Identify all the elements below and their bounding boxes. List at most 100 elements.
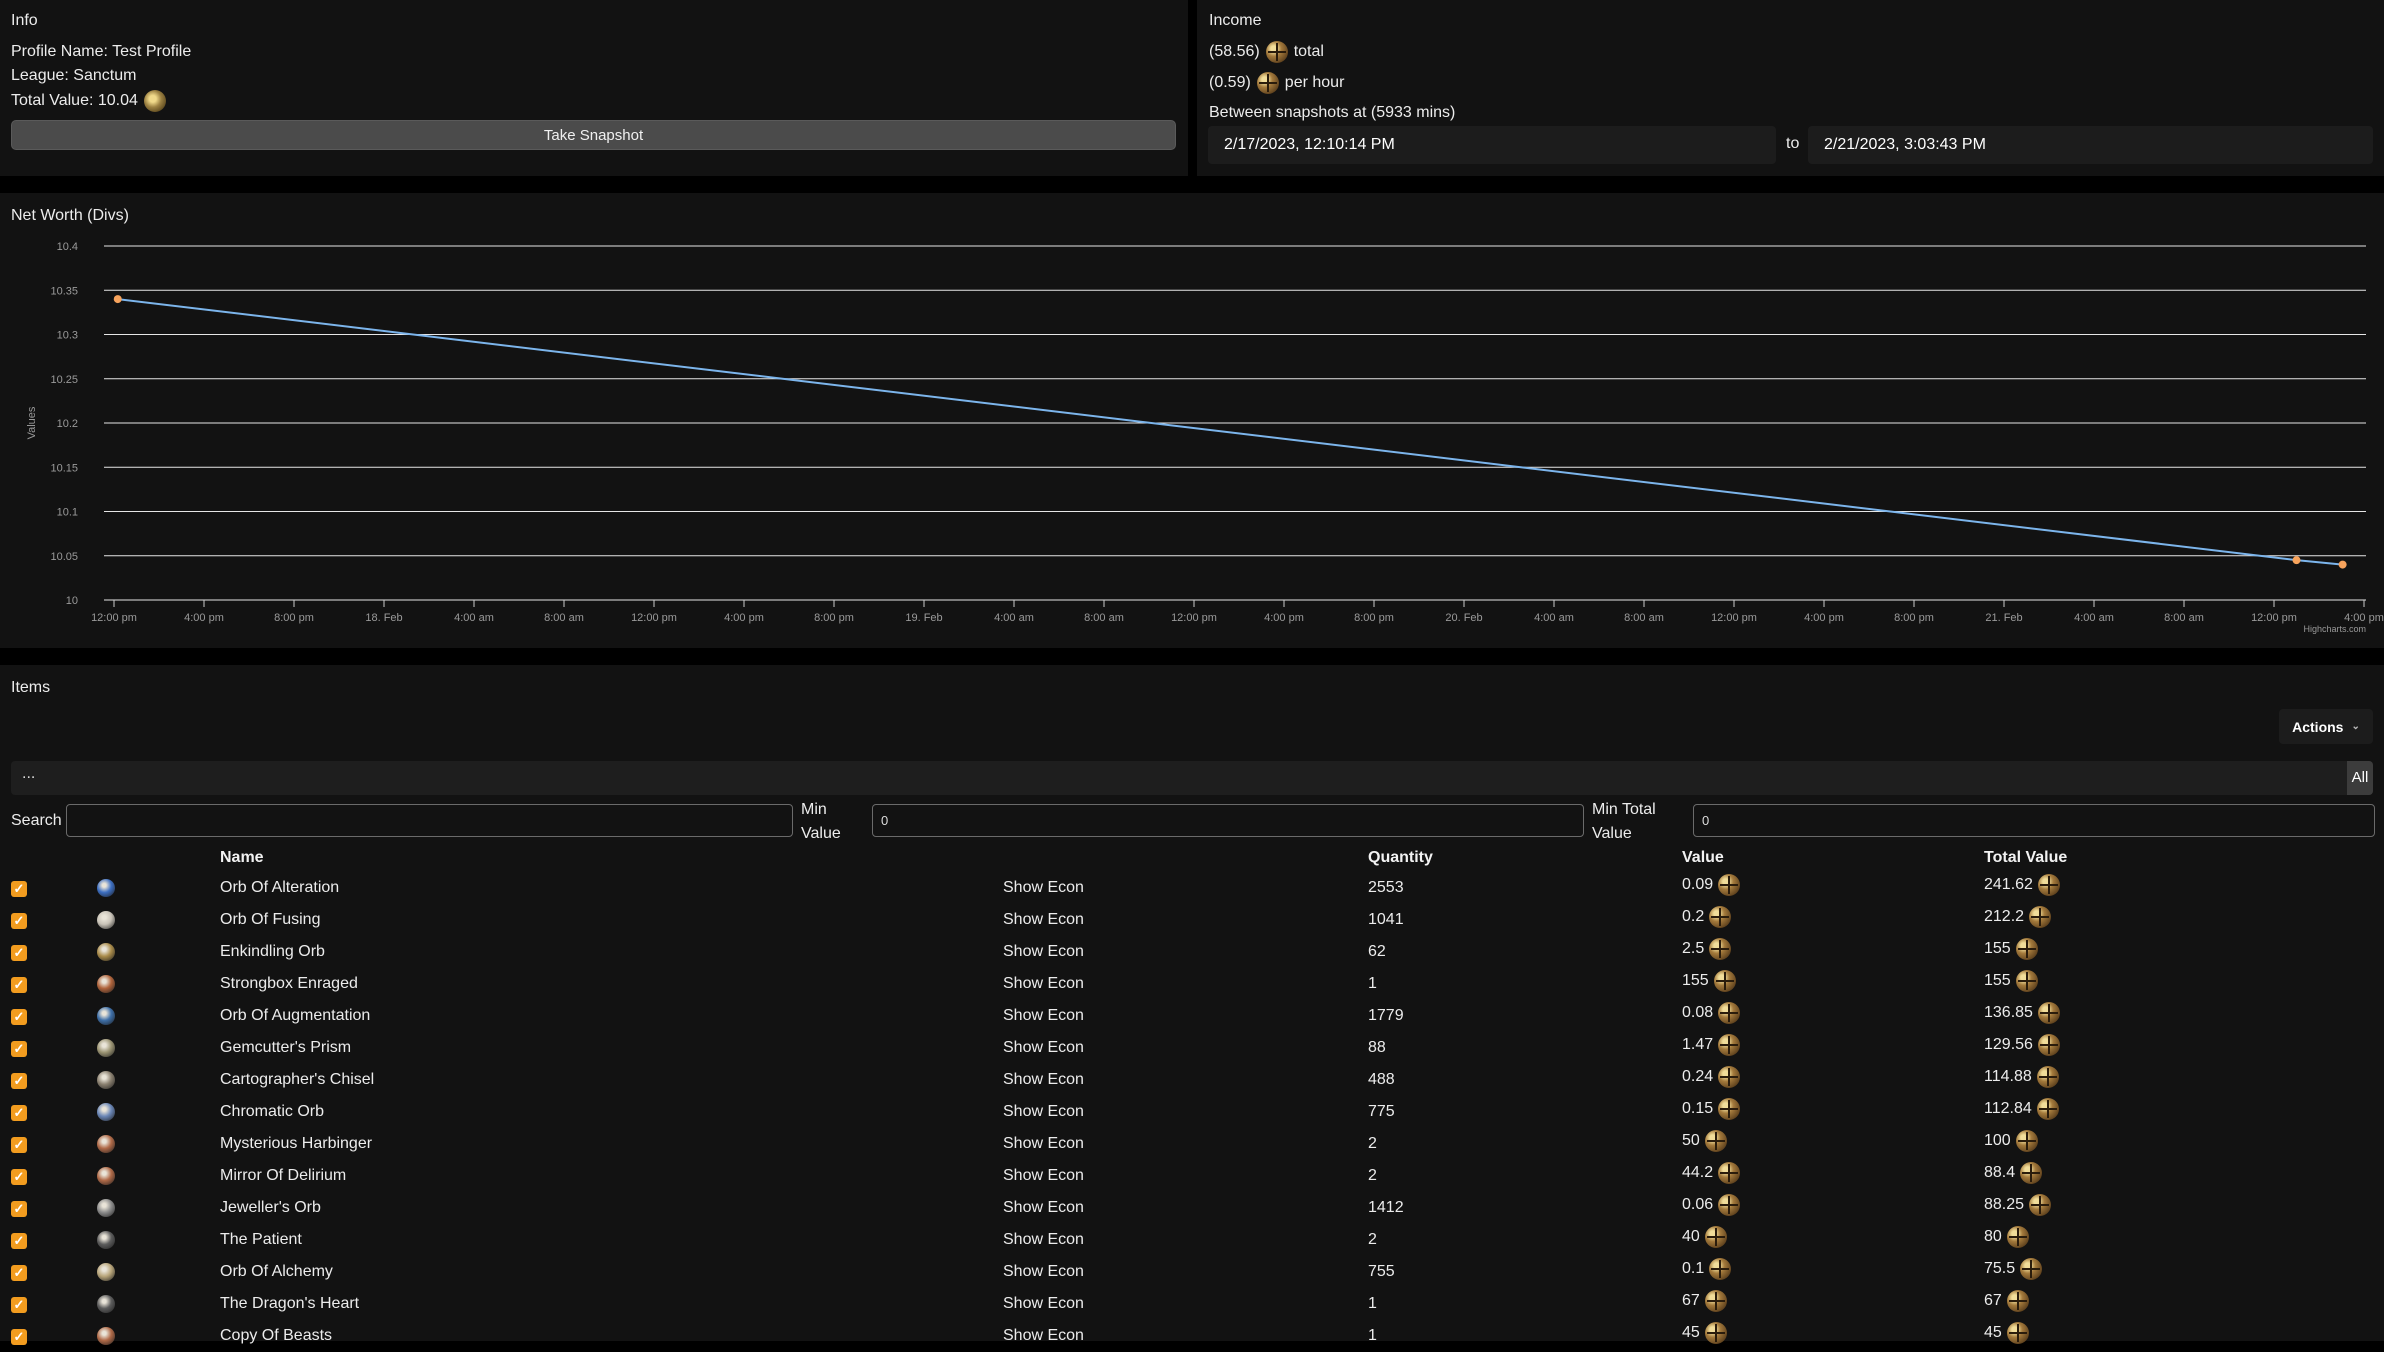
item-value: 0.06 (1682, 1189, 1741, 1221)
item-name: Copy Of Beasts (220, 1327, 333, 1344)
y-tick-label: 10.3 (57, 330, 78, 342)
chaos-orb-icon (1718, 1194, 1741, 1216)
row-checkbox[interactable]: ✓ (11, 1041, 27, 1057)
chaos-orb-icon (1709, 906, 1732, 928)
item-value: 0.1 (1682, 1253, 1732, 1285)
show-econ-link[interactable]: Show Econ (1003, 936, 1084, 968)
filter-bar[interactable]: ... All (11, 761, 2373, 795)
item-total-value: 114.88 (1984, 1061, 2059, 1093)
column-header-name[interactable]: Name (220, 849, 264, 867)
item-total-value: 155 (1984, 933, 2038, 965)
row-checkbox[interactable]: ✓ (11, 1233, 27, 1249)
min-total-value-input[interactable] (1693, 804, 2375, 837)
column-header-quantity[interactable]: Quantity (1368, 849, 1433, 867)
x-tick-label: 8:00 pm (1354, 612, 1394, 624)
search-label: Search (11, 812, 62, 829)
row-checkbox[interactable]: ✓ (11, 913, 27, 929)
data-point (113, 295, 122, 304)
item-total-value: 80 (1984, 1221, 2029, 1253)
min-value-input[interactable] (872, 804, 1584, 837)
show-econ-link[interactable]: Show Econ (1003, 1032, 1084, 1064)
show-econ-link[interactable]: Show Econ (1003, 1128, 1084, 1160)
item-total-text: 100 (1984, 1132, 2011, 1149)
item-value: 0.15 (1682, 1093, 1741, 1125)
search-input[interactable] (66, 804, 793, 837)
row-checkbox[interactable]: ✓ (11, 1137, 27, 1153)
take-snapshot-button[interactable]: Take Snapshot (11, 120, 1176, 150)
row-checkbox[interactable]: ✓ (11, 1009, 27, 1025)
income-total-amount: (58.56) (1209, 43, 1260, 60)
item-icon (97, 1167, 115, 1185)
y-axis-title: Values (26, 406, 38, 439)
item-total-text: 67 (1984, 1292, 2002, 1309)
item-total-text: 212.2 (1984, 908, 2025, 925)
actions-dropdown[interactable]: Actions ⌄ (2279, 709, 2373, 744)
show-econ-link[interactable]: Show Econ (1003, 1256, 1084, 1288)
table-row: ✓ Orb Of Alteration Show Econ 2553 0.09 241.6… (0, 872, 2384, 904)
table-row: ✓ Jeweller's Orb Show Econ 1412 0.06 88.25 (0, 1192, 2384, 1224)
row-checkbox[interactable]: ✓ (11, 881, 27, 897)
show-econ-link[interactable]: Show Econ (1003, 1192, 1084, 1224)
info-panel: Info Profile Name: Test Profile League: … (0, 0, 1188, 176)
show-econ-link[interactable]: Show Econ (1003, 1288, 1084, 1320)
row-checkbox[interactable]: ✓ (11, 945, 27, 961)
x-tick-label: 8:00 pm (1894, 612, 1934, 624)
item-value-text: 44.2 (1682, 1164, 1714, 1181)
item-total-text: 155 (1984, 940, 2011, 957)
item-icon (97, 1135, 115, 1153)
to-date-select[interactable]: 2/21/2023, 3:03:43 PM (1808, 126, 2373, 164)
item-total-value: 112.84 (1984, 1093, 2059, 1125)
x-tick-label: 4:00 pm (184, 612, 224, 624)
net-worth-chart[interactable]: 10.4 10.35 10.3 10.25 10.2 10.15 10.1 10.05 10 Va… (0, 193, 2384, 648)
income-per-hour: (0.59) per hour (1209, 72, 1344, 94)
column-header-value[interactable]: Value (1682, 849, 1724, 867)
all-button[interactable]: All (2347, 761, 2373, 795)
row-checkbox[interactable]: ✓ (11, 1297, 27, 1313)
item-value-text: 40 (1682, 1228, 1700, 1245)
x-tick-label: 20. Feb (1445, 612, 1482, 624)
item-total-value: 155 (1984, 965, 2038, 997)
league-text: League: Sanctum (11, 67, 137, 84)
from-date-select[interactable]: 2/17/2023, 12:10:14 PM (1208, 126, 1776, 164)
x-tick-label: 8:00 am (1624, 612, 1664, 624)
item-name: Orb Of Alchemy (220, 1263, 333, 1280)
show-econ-link[interactable]: Show Econ (1003, 968, 1084, 1000)
chaos-orb-icon (2015, 1130, 2038, 1152)
x-tick-label: 4:00 pm (2344, 612, 2384, 624)
item-value-text: 0.15 (1682, 1100, 1714, 1117)
table-row: ✓ Gemcutter's Prism Show Econ 88 1.47 129.56 (0, 1032, 2384, 1064)
table-row: ✓ Mysterious Harbinger Show Econ 2 50 100 (0, 1128, 2384, 1160)
row-checkbox[interactable]: ✓ (11, 1329, 27, 1345)
x-tick-label: 8:00 am (1084, 612, 1124, 624)
x-tick-label: 4:00 pm (1804, 612, 1844, 624)
show-econ-link[interactable]: Show Econ (1003, 1096, 1084, 1128)
show-econ-link[interactable]: Show Econ (1003, 904, 1084, 936)
show-econ-link[interactable]: Show Econ (1003, 1224, 1084, 1256)
show-econ-link[interactable]: Show Econ (1003, 1160, 1084, 1192)
item-total-text: 75.5 (1984, 1260, 2016, 1277)
table-row: ✓ Strongbox Enraged Show Econ 1 155 155 (0, 968, 2384, 1000)
column-header-total-value[interactable]: Total Value (1984, 849, 2067, 867)
table-row: ✓ Orb Of Fusing Show Econ 1041 0.2 212.2 (0, 904, 2384, 936)
y-tick-label: 10.4 (57, 241, 78, 253)
show-econ-link[interactable]: Show Econ (1003, 1320, 1084, 1352)
item-total-value: 75.5 (1984, 1253, 2043, 1285)
show-econ-link[interactable]: Show Econ (1003, 1000, 1084, 1032)
row-checkbox[interactable]: ✓ (11, 1265, 27, 1281)
item-quantity: 2 (1368, 1231, 1377, 1248)
item-name: The Dragon's Heart (220, 1295, 360, 1312)
item-value: 0.24 (1682, 1061, 1741, 1093)
item-total-text: 114.88 (1984, 1068, 2032, 1085)
table-row: ✓ The Patient Show Econ 2 40 80 (0, 1224, 2384, 1256)
item-quantity: 1 (1368, 1327, 1377, 1344)
row-checkbox[interactable]: ✓ (11, 977, 27, 993)
item-value: 155 (1682, 965, 1736, 997)
row-checkbox[interactable]: ✓ (11, 1073, 27, 1089)
show-econ-link[interactable]: Show Econ (1003, 872, 1084, 904)
row-checkbox[interactable]: ✓ (11, 1169, 27, 1185)
row-checkbox[interactable]: ✓ (11, 1201, 27, 1217)
show-econ-link[interactable]: Show Econ (1003, 1064, 1084, 1096)
item-value-text: 0.08 (1682, 1004, 1714, 1021)
row-checkbox[interactable]: ✓ (11, 1105, 27, 1121)
item-name: The Patient (220, 1231, 302, 1248)
